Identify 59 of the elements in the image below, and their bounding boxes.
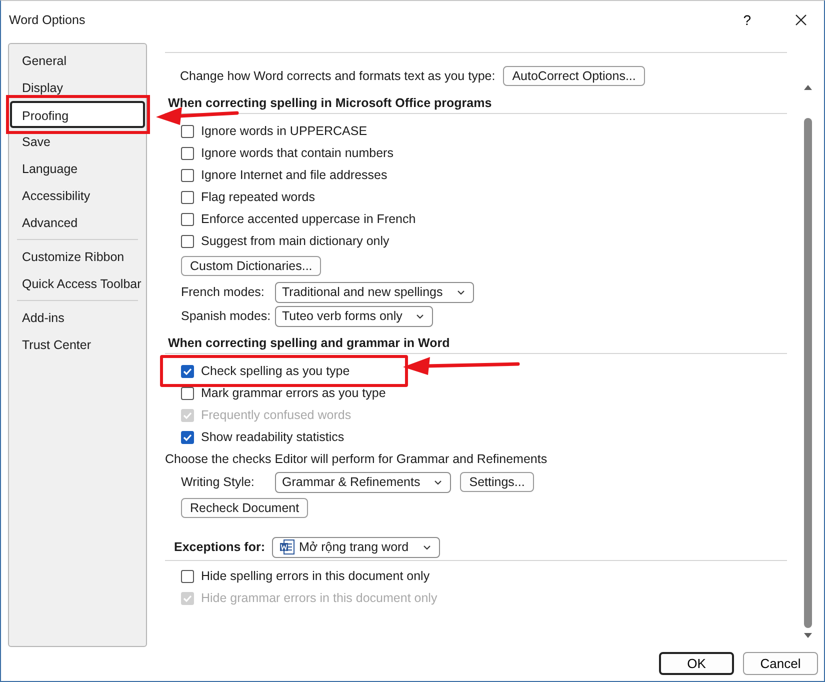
description-text: Change how Word corrects and formats text as you type: xyxy=(180,69,496,83)
sidebar-item[interactable]: Proofing xyxy=(10,101,145,128)
checkbox-label: Ignore words in UPPERCASE xyxy=(201,124,368,138)
checkbox[interactable] xyxy=(181,168,194,182)
sidebar-item[interactable]: Language xyxy=(10,155,145,182)
checkbox-label: Flag repeated words xyxy=(201,190,315,204)
sidebar-item[interactable]: General xyxy=(10,47,145,74)
sidebar-item[interactable]: Quick Access Toolbar xyxy=(10,270,145,297)
caret-icon xyxy=(416,314,424,318)
settings-button[interactable]: Settings... xyxy=(460,472,534,492)
checkbox-label: Ignore Internet and file addresses xyxy=(201,168,388,182)
checkbox[interactable] xyxy=(181,212,194,226)
checkbox-label: Check spelling as you type xyxy=(201,364,350,378)
dropdown[interactable]: Tuteo verb forms only xyxy=(275,306,434,326)
autocorrect-button[interactable]: AutoCorrect Options... xyxy=(503,66,645,86)
field-label: Exceptions for: xyxy=(174,540,266,554)
checkbox[interactable] xyxy=(181,364,194,378)
description-text: Choose the checks Editor will perform for Grammar and Refinements xyxy=(165,452,548,466)
section-heading: When correcting spelling in Microsoft Office programs xyxy=(168,96,492,110)
dropdown[interactable]: Grammar & Refinements xyxy=(275,472,452,492)
checkbox[interactable] xyxy=(181,570,194,582)
dropdown[interactable]: Traditional and new spellings xyxy=(275,282,474,302)
document-icon xyxy=(279,539,295,555)
field-label: Writing Style: xyxy=(181,475,256,489)
dialog-button[interactable]: Custom Dictionaries... xyxy=(181,256,322,276)
caret-icon xyxy=(422,544,431,550)
sidebar-item[interactable]: Add-ins xyxy=(10,304,145,331)
checkbox-label: Enforce accented uppercase in French xyxy=(201,212,416,226)
field-label: Spanish modes: xyxy=(181,309,272,323)
caret-icon xyxy=(456,290,465,294)
checkbox-label: Suggest from main dictionary only xyxy=(201,234,390,248)
checkbox-label: Show readability statistics xyxy=(201,430,344,444)
checkbox-label: Ignore words that contain numbers xyxy=(201,146,394,160)
sidebar-item[interactable]: Accessibility xyxy=(10,182,145,209)
dialog-button[interactable]: Cancel xyxy=(743,652,818,675)
checkbox[interactable] xyxy=(181,190,194,204)
checkbox[interactable] xyxy=(181,386,194,400)
sidebar-item[interactable]: Customize Ribbon xyxy=(10,243,145,270)
dropdown[interactable]: Mở rộng trang word xyxy=(272,536,440,558)
checkbox[interactable] xyxy=(181,146,194,160)
window-title: Word Options xyxy=(9,13,86,27)
sidebar-item[interactable]: Save xyxy=(10,128,145,155)
help-button[interactable]: ? xyxy=(743,12,751,28)
sidebar-item[interactable]: Display xyxy=(10,74,145,101)
checkbox[interactable] xyxy=(181,124,194,138)
sidebar-item[interactable]: Advanced xyxy=(10,209,145,236)
section-heading: When correcting spelling and grammar in Word xyxy=(168,336,450,350)
field-label: French modes: xyxy=(181,285,266,299)
checkbox-label: Hide grammar errors in this document only xyxy=(201,591,438,605)
checkbox[interactable] xyxy=(181,234,194,248)
close-icon[interactable] xyxy=(795,14,807,26)
checkbox-label: Frequently confused words xyxy=(201,408,352,422)
checkbox-label: Hide spelling errors in this document only xyxy=(201,569,430,583)
dialog-button[interactable]: OK xyxy=(659,652,734,675)
caret-icon xyxy=(434,480,442,484)
checkbox[interactable] xyxy=(181,430,194,444)
checkbox-label: Mark grammar errors as you type xyxy=(201,386,386,400)
dialog-button[interactable]: Recheck Document xyxy=(181,498,308,518)
sidebar-item[interactable]: Trust Center xyxy=(10,331,145,358)
